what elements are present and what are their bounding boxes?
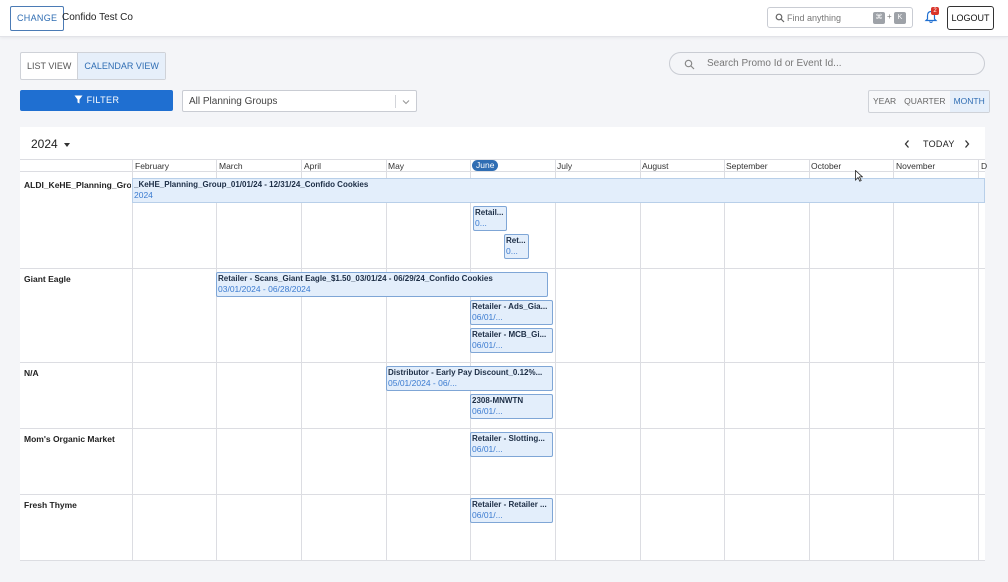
month-label: September	[726, 161, 768, 171]
chevron-right-icon[interactable]	[963, 139, 971, 149]
logout-button[interactable]: LOGOUT	[947, 6, 994, 30]
event-dates: 06/01/...	[472, 312, 503, 322]
search-icon	[684, 59, 695, 70]
caret-down-icon	[63, 142, 70, 147]
view-toggle: LIST VIEW CALENDAR VIEW	[20, 52, 166, 80]
month-label: May	[388, 161, 405, 171]
filter-button[interactable]: FILTER	[20, 90, 173, 111]
year-tab[interactable]: YEAR	[869, 91, 900, 112]
grid-line	[386, 159, 387, 561]
month-label: March	[219, 161, 243, 171]
row-divider	[20, 560, 985, 561]
promo-event[interactable]: Retailer - Scans_Giant Eagle_$1.50_03/01…	[216, 272, 548, 297]
month-tab[interactable]: MONTH	[949, 91, 989, 112]
event-dates: 0...	[475, 218, 487, 228]
event-title: Distributor - Early Pay Discount_0.12%..…	[388, 368, 543, 377]
period-toggle: YEAR QUARTER MONTH	[868, 90, 990, 113]
calendar-panel: 2024 TODAY February March April May June…	[20, 127, 988, 561]
chevron-left-icon[interactable]	[903, 139, 911, 149]
event-dates: 06/01/...	[472, 444, 503, 454]
month-label: July	[557, 161, 573, 171]
event-title: Retailer - MCB_Gi...	[472, 330, 547, 339]
event-dates: 03/01/2024 - 06/28/2024	[218, 284, 311, 294]
grid-line	[132, 159, 133, 561]
change-company-button[interactable]: CHANGE	[10, 6, 65, 31]
grid-line	[216, 159, 217, 561]
row-divider	[20, 428, 985, 429]
year-select[interactable]: 2024	[31, 137, 70, 151]
event-dates: 06/01/...	[472, 510, 503, 520]
global-search-input[interactable]: Find anything ⌘ + K	[767, 7, 913, 28]
event-title: 2308-MNWTN	[472, 396, 524, 405]
promo-event[interactable]: Retailer - MCB_Gi... 06/01/...	[470, 328, 553, 353]
event-dates: 0...	[506, 246, 518, 256]
event-title: Retailer - Slotting...	[472, 434, 545, 443]
mouse-cursor-icon	[855, 170, 863, 182]
planning-groups-value: All Planning Groups	[189, 96, 278, 107]
today-button[interactable]: TODAY	[923, 139, 955, 149]
month-label: D	[981, 161, 988, 171]
search-icon	[775, 13, 785, 23]
promo-event[interactable]: Retailer - Slotting... 06/01/...	[470, 432, 553, 457]
planning-groups-select[interactable]: All Planning Groups	[182, 90, 417, 112]
promo-event[interactable]: Ret... 0...	[504, 234, 529, 259]
row-divider	[20, 362, 985, 363]
year-value: 2024	[31, 137, 58, 151]
promo-search-input[interactable]: Search Promo Id or Event Id...	[669, 52, 985, 75]
group-label: Mom's Organic Market	[24, 434, 115, 444]
grid-line	[555, 159, 556, 561]
filter-label: FILTER	[86, 95, 120, 105]
grid-line	[640, 159, 641, 561]
filter-icon	[74, 95, 83, 104]
select-divider	[395, 95, 396, 108]
month-label: April	[304, 161, 322, 171]
group-label: Giant Eagle	[24, 274, 71, 284]
shortcut-command-key: ⌘	[873, 12, 885, 24]
company-name: Confido Test Co	[62, 12, 133, 23]
row-divider	[20, 494, 985, 495]
current-month-label: June	[472, 160, 499, 171]
grid-line	[893, 159, 894, 561]
group-label: N/A	[24, 368, 39, 378]
promo-event[interactable]: Retailer - Retailer ... 06/01/...	[470, 498, 553, 523]
event-dates: 05/01/2024 - 06/...	[388, 378, 457, 388]
event-title: Ret...	[506, 236, 526, 245]
grid-line	[724, 159, 725, 561]
month-label: August	[642, 161, 669, 171]
notification-badge: 2	[931, 7, 939, 15]
month-label: October	[811, 161, 842, 171]
event-dates: 06/01/...	[472, 340, 503, 350]
promo-event[interactable]: Distributor - Early Pay Discount_0.12%..…	[386, 366, 553, 391]
calendar-view-tab[interactable]: CALENDAR VIEW	[77, 53, 165, 79]
shortcut-plus: +	[887, 12, 892, 21]
promo-search-placeholder: Search Promo Id or Event Id...	[707, 58, 842, 69]
global-search-placeholder: Find anything	[787, 13, 842, 23]
event-title: Retailer - Retailer ...	[472, 500, 547, 509]
notifications-button[interactable]: 2	[924, 7, 939, 24]
group-label: ALDI_KeHE_Planning_Group	[24, 180, 131, 190]
event-title: Retail...	[475, 208, 504, 217]
row-divider	[20, 268, 985, 269]
top-bar: CHANGE Confido Test Co Find anything ⌘ +…	[0, 0, 1008, 37]
quarter-tab[interactable]: QUARTER	[900, 91, 949, 112]
grid-line	[978, 159, 979, 561]
promo-event[interactable]: 2308-MNWTN 06/01/...	[470, 394, 553, 419]
event-title: Retailer - Scans_Giant Eagle_$1.50_03/01…	[218, 274, 493, 283]
promo-event[interactable]: Retailer - Ads_Gia... 06/01/...	[470, 300, 553, 325]
promo-event[interactable]: Retail... 0...	[473, 206, 507, 231]
event-dates: 2024	[134, 190, 153, 200]
grid-line	[301, 159, 302, 561]
month-label: November	[896, 161, 936, 171]
event-title: Retailer - Ads_Gia...	[472, 302, 548, 311]
month-header: February March April May June July Augus…	[20, 159, 988, 172]
group-label: Fresh Thyme	[24, 500, 77, 510]
list-view-tab[interactable]: LIST VIEW	[21, 53, 77, 79]
shortcut-k-key: K	[894, 12, 906, 24]
month-label: February	[135, 161, 170, 171]
chevron-down-icon	[402, 100, 410, 105]
grid-line	[809, 159, 810, 561]
event-dates: 06/01/...	[472, 406, 503, 416]
